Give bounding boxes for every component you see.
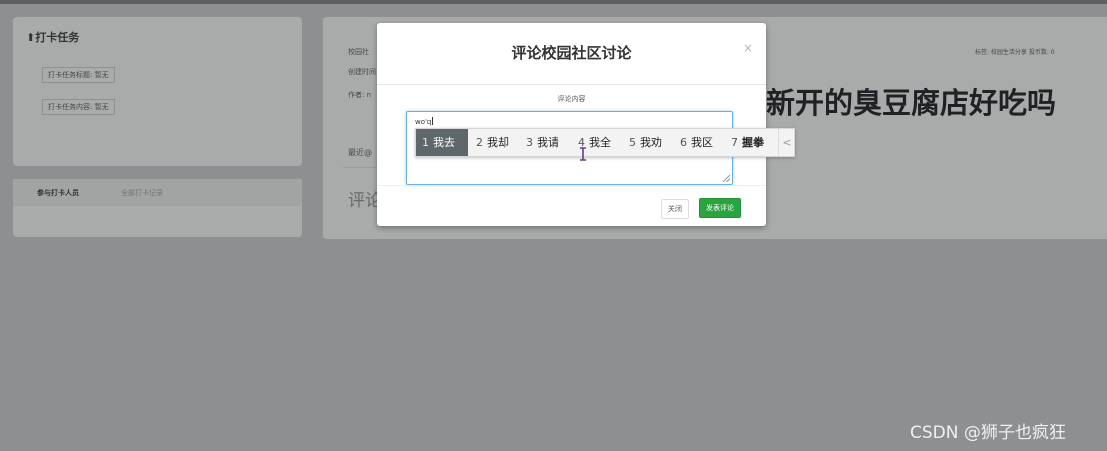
ime-candidate[interactable]: 5 我劝 [629, 129, 662, 156]
text-cursor-icon [580, 147, 586, 161]
post-created: 创建时间 [348, 68, 376, 76]
modal-title: 评论校园社区讨论 [511, 44, 632, 62]
ime-candidate[interactable]: 6 我区 [680, 129, 713, 156]
modal-header: 评论校园社区讨论 × [377, 23, 766, 85]
post-category: 校园社 [348, 48, 369, 56]
ime-prev-page-icon[interactable]: < [778, 129, 795, 156]
comment-modal: 评论校园社区讨论 × 评论内容 wo'q 关闭 发表评论 [377, 23, 766, 226]
top-bar [0, 0, 1107, 4]
tab-participants[interactable]: 参与打卡人员 [37, 188, 79, 198]
modal-footer-divider [377, 185, 766, 186]
divider [343, 167, 377, 168]
task-title-chip: 打卡任务标题: 暂无 [42, 67, 115, 83]
post-title: 新开的臭豆腐店好吃吗 [766, 86, 1057, 120]
comment-field-label: 评论内容 [557, 95, 586, 103]
submit-comment-button[interactable]: 发表评论 [699, 198, 741, 218]
ime-candidate[interactable]: 1 我去 [416, 129, 468, 156]
post-author: 作者: n [348, 91, 372, 99]
checkin-title: ⬆打卡任务 [26, 31, 80, 44]
ime-candidate[interactable]: 2 我却 [476, 129, 509, 156]
close-icon[interactable]: × [743, 41, 753, 55]
ime-candidate-bar: 1 我去 2 我却 3 我请 4 我全 5 我劝 6 我区 7 握拳 < [415, 128, 795, 157]
close-button[interactable]: 关闭 [661, 199, 689, 219]
text-caret [432, 117, 434, 125]
watermark: CSDN @狮子也疯狂 [910, 423, 1066, 443]
post-tags: 标签: 校园生活分享 投币数: 0 [975, 49, 1055, 56]
tab-all-records[interactable]: 全部打卡记录 [121, 188, 163, 198]
recent-label: 最近@ [348, 148, 372, 157]
resize-grip-icon[interactable] [723, 175, 730, 182]
textarea-value: wo'q [415, 118, 432, 126]
ime-candidate[interactable]: 3 我请 [526, 129, 559, 156]
task-content-chip: 打卡任务内容: 暂无 [42, 99, 115, 115]
ime-candidate[interactable]: 7 握拳 [731, 129, 764, 156]
